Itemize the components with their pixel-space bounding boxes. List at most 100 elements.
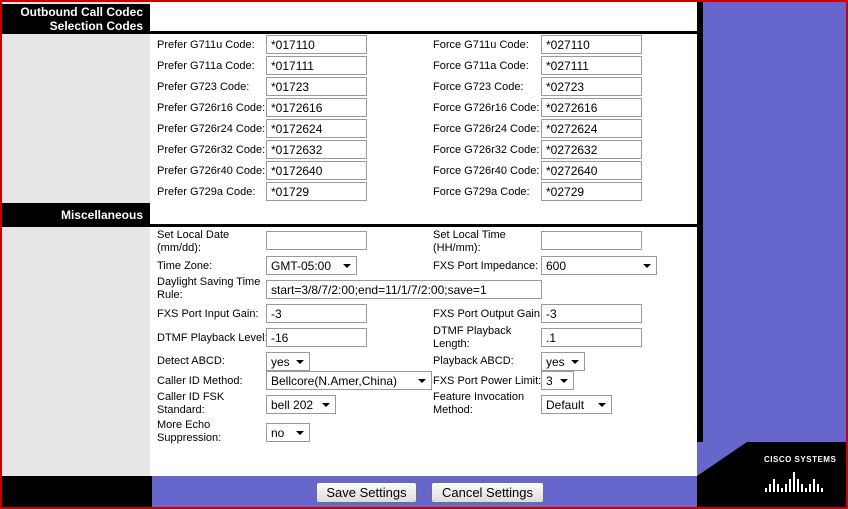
force-g726r16-label: Force G726r16 Code: xyxy=(433,102,540,114)
force-g726r40-label: Force G726r40 Code: xyxy=(433,165,540,177)
prefer-g711a-input[interactable]: *017111 xyxy=(266,56,367,75)
prefer-g726r16-label: Prefer G726r16 Code: xyxy=(157,102,266,114)
daylight-saving-input[interactable]: start=3/8/7/2:00;end=11/1/7/2:00;save=1 xyxy=(266,280,542,299)
codec-section-header: Outbound Call Codec Selection Codes xyxy=(2,4,150,34)
misc-section-title: Miscellaneous xyxy=(60,208,143,222)
more-echo-value: no xyxy=(271,426,285,440)
cancel-settings-button[interactable]: Cancel Settings xyxy=(431,482,544,503)
force-g711a-label: Force G711a Code: xyxy=(433,60,529,72)
misc-section-header: Miscellaneous xyxy=(2,203,150,227)
detect-abcd-label: Detect ABCD: xyxy=(157,355,225,367)
daylight-saving-label-1: Daylight Saving Time xyxy=(157,276,261,288)
daylight-saving-label-2: Rule: xyxy=(157,289,183,301)
caller-id-fsk-value: bell 202 xyxy=(271,398,314,412)
chevron-down-icon xyxy=(560,379,568,383)
caller-id-fsk-select[interactable]: bell 202 xyxy=(266,395,336,414)
prefer-g729a-label: Prefer G729a Code: xyxy=(157,186,256,198)
fxs-input-gain-label: FXS Port Input Gain: xyxy=(157,308,259,320)
prefer-g726r16-input[interactable]: *0172616 xyxy=(266,98,367,117)
left-sidebar xyxy=(2,2,150,476)
logo-notch xyxy=(697,442,747,476)
force-g711u-label: Force G711u Code: xyxy=(433,39,529,51)
feature-invocation-label-2: Method: xyxy=(433,404,473,416)
force-g726r16-input[interactable]: *0272616 xyxy=(541,98,642,117)
set-local-date-label-1: Set Local Date xyxy=(157,229,230,241)
more-echo-select[interactable]: no xyxy=(266,423,310,442)
prefer-g711a-label: Prefer G711a Code: xyxy=(157,60,255,72)
chevron-down-icon xyxy=(643,264,651,268)
force-g723-input[interactable]: *02723 xyxy=(541,77,642,96)
force-g723-label: Force G723 Code: xyxy=(433,81,524,93)
prefer-g723-label: Prefer G723 Code: xyxy=(157,81,250,93)
save-settings-button[interactable]: Save Settings xyxy=(316,482,417,503)
playback-abcd-label: Playback ABCD: xyxy=(433,355,514,367)
prefer-g726r32-input[interactable]: *0172632 xyxy=(266,140,367,159)
prefer-g723-input[interactable]: *01723 xyxy=(266,77,367,96)
dtmf-level-input[interactable]: -16 xyxy=(266,328,367,347)
fxs-impedance-select[interactable]: 600 xyxy=(541,256,657,275)
prefer-g711u-input[interactable]: *017110 xyxy=(266,35,367,54)
more-echo-label-2: Suppression: xyxy=(157,432,222,444)
force-g729a-label: Force G729a Code: xyxy=(433,186,530,198)
prefer-g726r24-label: Prefer G726r24 Code: xyxy=(157,123,266,135)
dtmf-level-label: DTMF Playback Level: xyxy=(157,332,268,344)
prefer-g726r24-input[interactable]: *0172624 xyxy=(266,119,367,138)
playback-abcd-select[interactable]: yes xyxy=(541,352,585,371)
feature-invocation-value: Default xyxy=(546,398,585,412)
set-local-time-label-1: Set Local Time xyxy=(433,229,506,241)
fxs-power-limit-label: FXS Port Power Limit: xyxy=(433,375,542,387)
dtmf-length-label-1: DTMF Playback xyxy=(433,325,512,337)
cisco-logo-text: Cisco Systems xyxy=(764,455,837,464)
set-local-date-input[interactable] xyxy=(266,231,367,250)
more-echo-label-1: More Echo xyxy=(157,419,211,431)
set-local-time-input[interactable] xyxy=(541,231,642,250)
prefer-g726r32-label: Prefer G726r32 Code: xyxy=(157,144,266,156)
prefer-g726r40-input[interactable]: *0172640 xyxy=(266,161,367,180)
cisco-bridge-icon xyxy=(765,468,827,492)
footer-left-bar xyxy=(2,476,152,507)
fxs-impedance-value: 600 xyxy=(546,259,567,273)
time-zone-select[interactable]: GMT-05:00 xyxy=(266,256,357,275)
playback-abcd-value: yes xyxy=(546,355,565,369)
chevron-down-icon xyxy=(322,403,330,407)
force-g726r24-input[interactable]: *0272624 xyxy=(541,119,642,138)
caller-id-method-label: Caller ID Method: xyxy=(157,375,243,387)
misc-section-divider xyxy=(150,224,697,227)
force-g711a-input[interactable]: *027111 xyxy=(541,56,642,75)
caller-id-method-select[interactable]: Bellcore(N.Amer,China) xyxy=(266,371,432,390)
caller-id-fsk-label-1: Caller ID FSK xyxy=(157,391,225,403)
force-g726r32-label: Force G726r32 Code: xyxy=(433,144,540,156)
force-g726r32-input[interactable]: *0272632 xyxy=(541,140,642,159)
chevron-down-icon xyxy=(418,379,426,383)
caller-id-fsk-label-2: Standard: xyxy=(157,404,205,416)
chevron-down-icon xyxy=(296,360,304,364)
prefer-g711u-label: Prefer G711u Code: xyxy=(157,39,255,51)
footer-button-bar xyxy=(152,476,697,507)
fxs-input-gain-input[interactable]: -3 xyxy=(266,304,367,323)
caller-id-method-value: Bellcore(N.Amer,China) xyxy=(271,374,398,388)
codec-section-title-2: Selection Codes xyxy=(49,19,143,33)
force-g729a-input[interactable]: *02729 xyxy=(541,182,642,201)
chevron-down-icon xyxy=(296,431,304,435)
detect-abcd-select[interactable]: yes xyxy=(266,352,310,371)
force-g726r24-label: Force G726r24 Code: xyxy=(433,123,540,135)
codec-section-title-1: Outbound Call Codec xyxy=(20,5,143,19)
fxs-impedance-label: FXS Port Impedance: xyxy=(433,260,539,272)
chevron-down-icon xyxy=(598,403,606,407)
force-g711u-input[interactable]: *027110 xyxy=(541,35,642,54)
codec-section-divider xyxy=(150,31,697,34)
prefer-g729a-input[interactable]: *01729 xyxy=(266,182,367,201)
feature-invocation-label-1: Feature Invocation xyxy=(433,391,525,403)
fxs-power-limit-select[interactable]: 3 xyxy=(541,371,574,390)
dtmf-length-input[interactable]: .1 xyxy=(541,328,642,347)
feature-invocation-select[interactable]: Default xyxy=(541,395,612,414)
fxs-output-gain-input[interactable]: -3 xyxy=(541,304,642,323)
fxs-power-limit-value: 3 xyxy=(546,374,553,388)
fxs-output-gain-label: FXS Port Output Gain: xyxy=(433,308,544,320)
prefer-g726r40-label: Prefer G726r40 Code: xyxy=(157,165,266,177)
dtmf-length-label-2: Length: xyxy=(433,338,470,350)
set-local-date-label-2: (mm/dd): xyxy=(157,242,201,254)
force-g726r40-input[interactable]: *0272640 xyxy=(541,161,642,180)
set-local-time-label-2: (HH/mm): xyxy=(433,242,481,254)
detect-abcd-value: yes xyxy=(271,355,290,369)
